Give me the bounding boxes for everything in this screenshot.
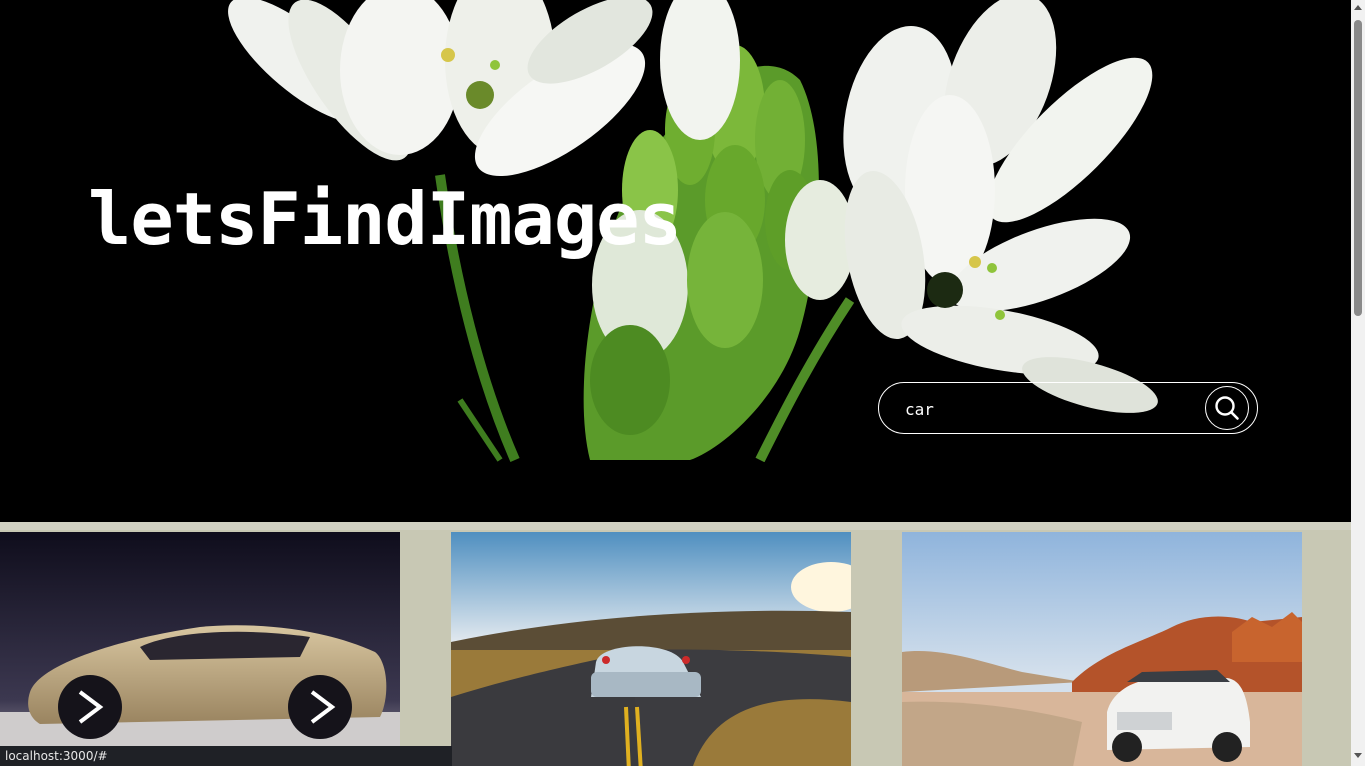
image-gallery	[0, 522, 1351, 766]
scroll-down-arrow-icon[interactable]	[1354, 753, 1362, 758]
search-bar	[878, 382, 1258, 434]
gallery-image-card[interactable]	[0, 532, 400, 766]
search-input[interactable]	[905, 396, 1195, 422]
scrollbar-thumb[interactable]	[1354, 20, 1362, 316]
search-icon	[1215, 396, 1239, 420]
site-title: letsFindImages	[88, 177, 682, 261]
browser-status-url: localhost:3000/#	[0, 746, 452, 766]
search-button[interactable]	[1205, 386, 1249, 430]
concept-car-image	[0, 532, 400, 766]
scroll-up-arrow-icon[interactable]	[1354, 5, 1362, 10]
hero-banner: letsFindImages	[0, 0, 1351, 522]
gallery-image-card[interactable]	[902, 532, 1302, 766]
suv-desert-image	[902, 532, 1302, 766]
sports-car-image	[451, 532, 851, 766]
vertical-scrollbar[interactable]	[1351, 0, 1365, 766]
gallery-image-card[interactable]	[451, 532, 851, 766]
